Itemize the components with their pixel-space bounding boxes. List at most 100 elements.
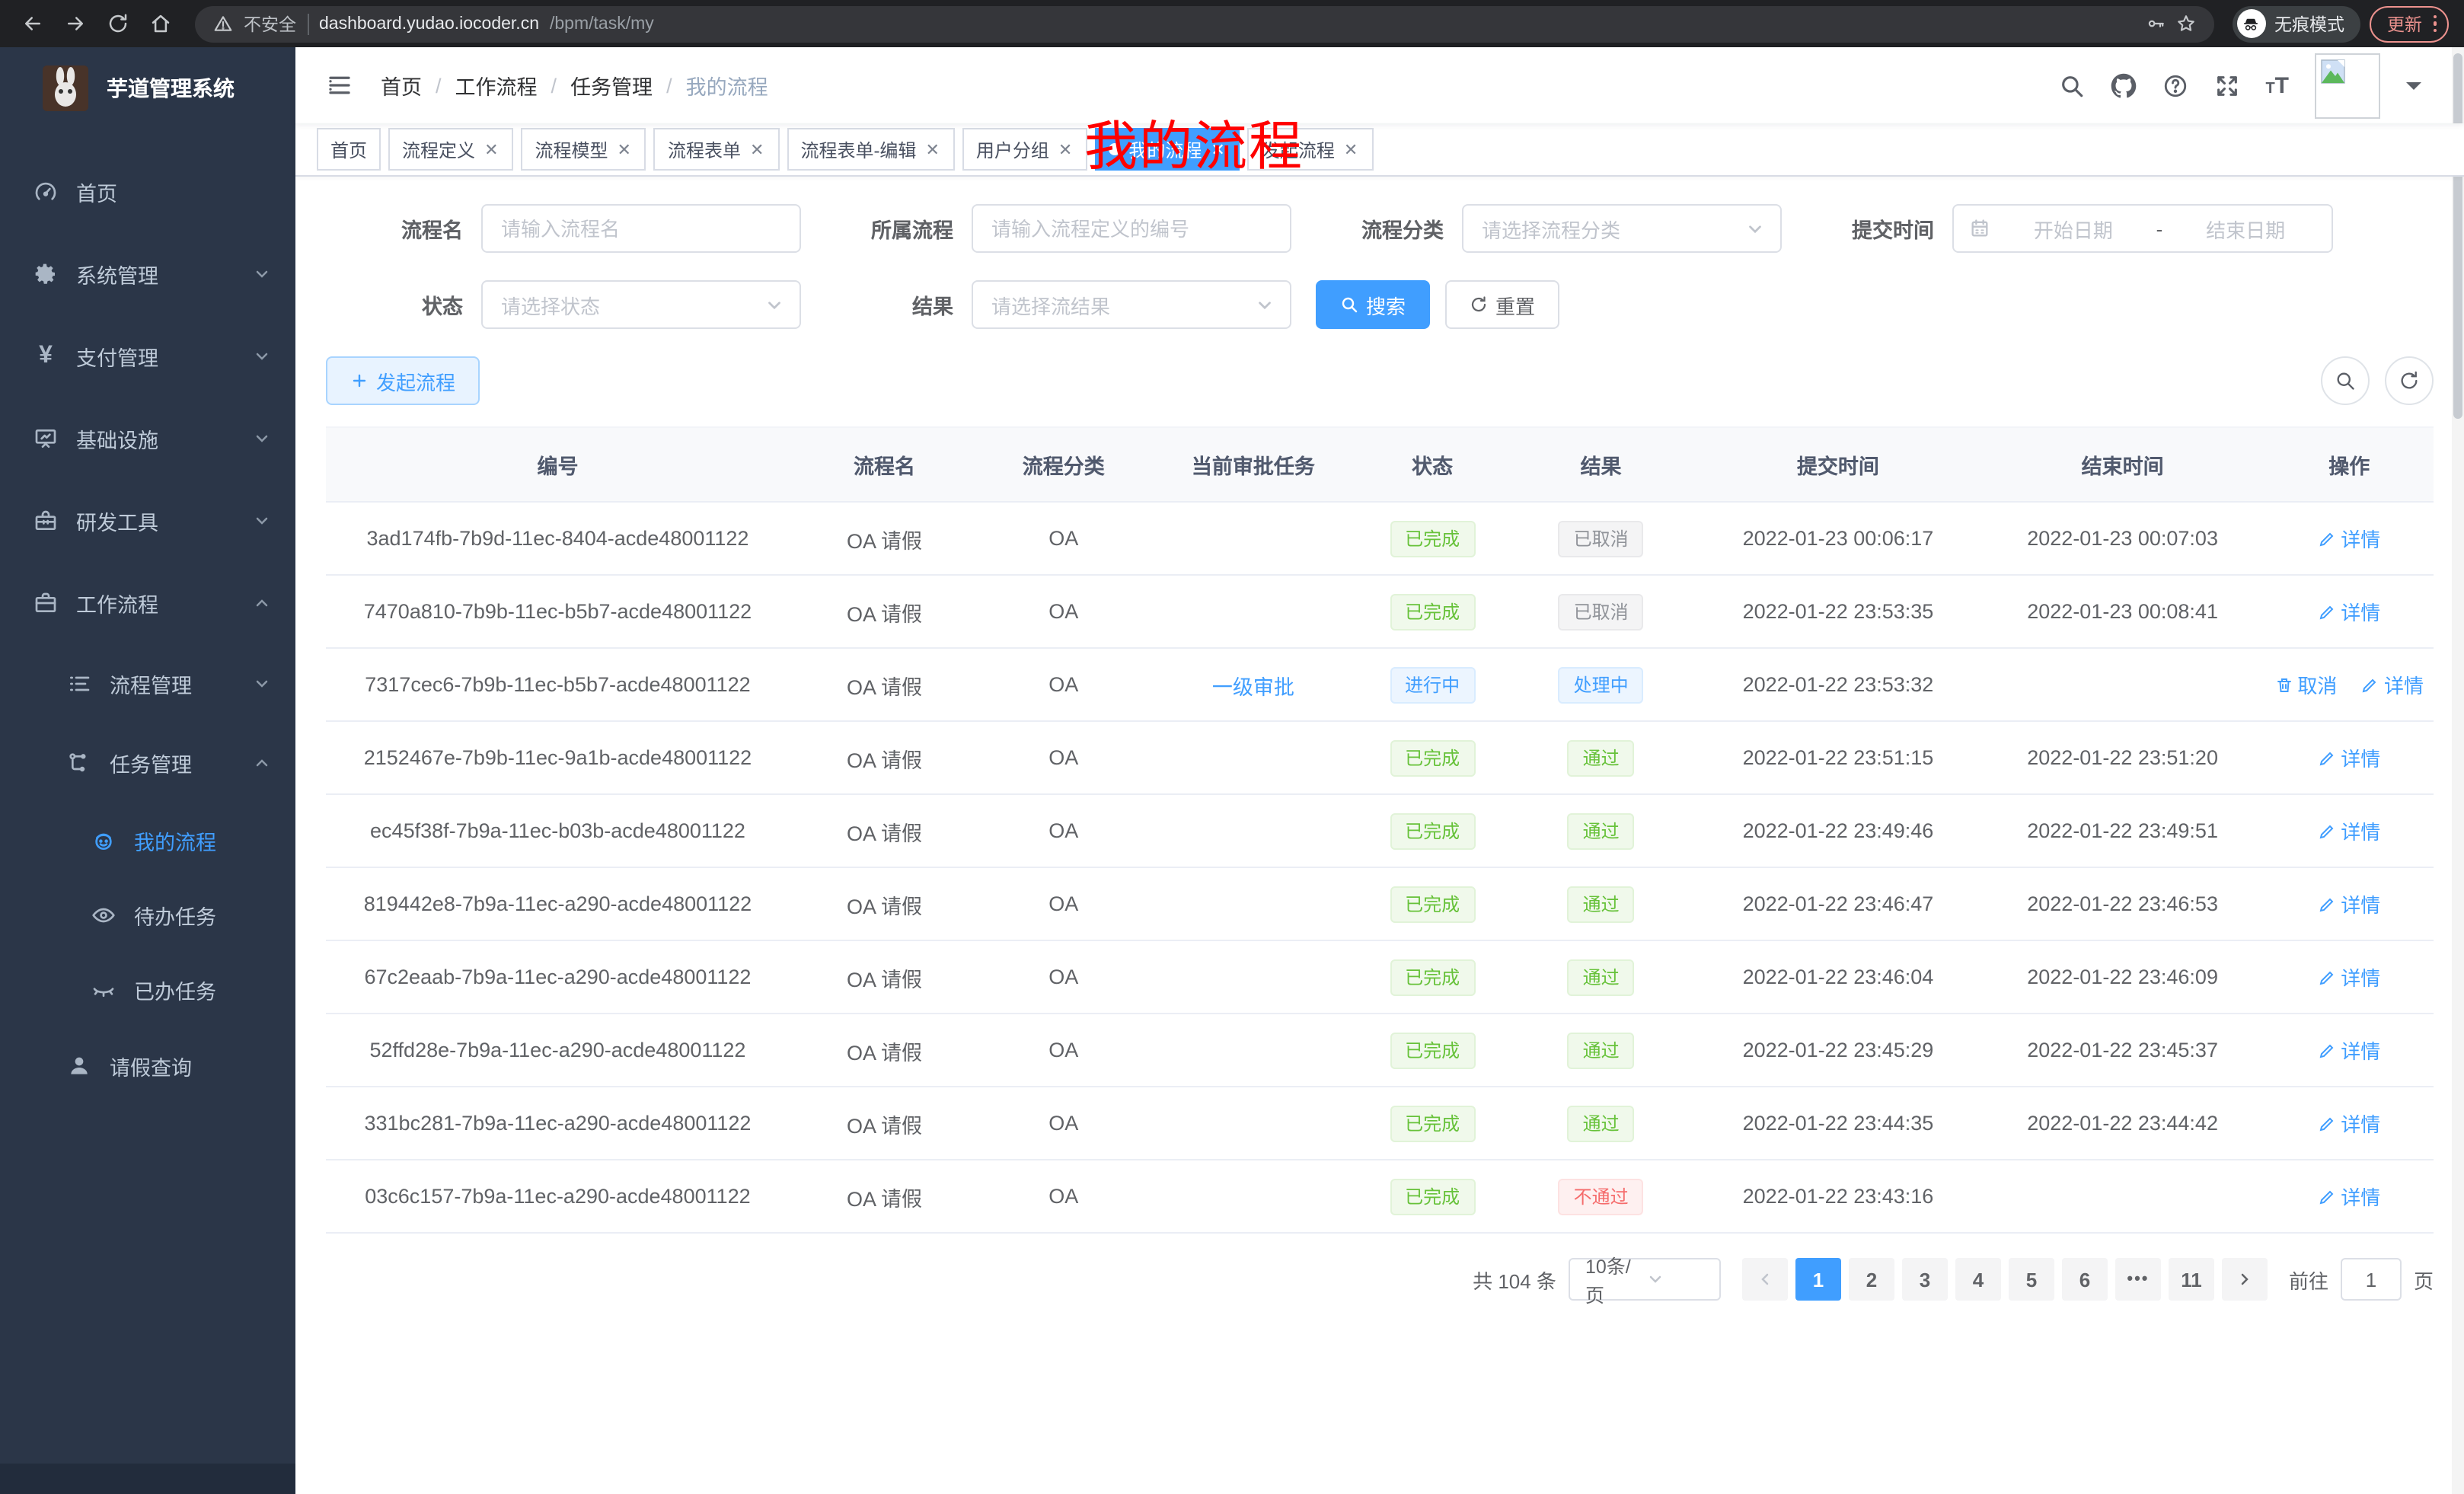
process-definition-input[interactable] xyxy=(972,204,1291,253)
page-button[interactable]: 5 xyxy=(2009,1258,2054,1301)
breadcrumb-home[interactable]: 首页 xyxy=(381,70,422,101)
page-button[interactable]: 6 xyxy=(2062,1258,2108,1301)
prev-page-button[interactable] xyxy=(1742,1258,1788,1301)
sidebar-item-infra[interactable]: 基础设施 xyxy=(0,397,295,480)
hamburger-icon[interactable] xyxy=(317,72,362,99)
submit-time-range-picker[interactable]: 开始日期 - 结束日期 xyxy=(1952,204,2333,253)
page-size-select[interactable]: 10条/页 xyxy=(1569,1258,1721,1301)
detail-link[interactable]: 详情 xyxy=(2318,962,2380,991)
close-icon[interactable]: ✕ xyxy=(483,139,500,159)
process-name-input[interactable] xyxy=(481,204,801,253)
password-key-icon[interactable] xyxy=(2145,14,2165,34)
process-category-label: 流程分类 xyxy=(1291,213,1462,244)
detail-link[interactable]: 详情 xyxy=(2318,743,2380,772)
page-button[interactable]: 1 xyxy=(1795,1258,1841,1301)
help-icon[interactable] xyxy=(2162,72,2188,98)
page-button[interactable]: 4 xyxy=(1955,1258,2001,1301)
close-icon[interactable]: ✕ xyxy=(1057,139,1074,159)
sidebar-item-system[interactable]: 系统管理 xyxy=(0,233,295,315)
browser-home-button[interactable] xyxy=(143,7,177,40)
tab-process-model[interactable]: 流程模型✕ xyxy=(522,128,646,171)
sidebar-item-done-task[interactable]: 已办任务 xyxy=(0,952,295,1026)
app-logo-row[interactable]: 芋道管理系统 xyxy=(0,47,295,129)
browser-menu-icon[interactable] xyxy=(2433,15,2437,33)
sidebar-menu: 首页 系统管理 ¥ 支付管理 xyxy=(0,151,295,1106)
table-header-row: 编号 流程名 流程分类 当前审批任务 状态 结果 提交时间 结束时间 操作 xyxy=(326,427,2434,502)
detail-link[interactable]: 详情 xyxy=(2318,524,2380,553)
page-button[interactable]: 11 xyxy=(2169,1258,2214,1301)
page-title-overlay: 我的流程 xyxy=(1084,104,1304,181)
screen: 不安全 dashboard.yudao.iocoder.cn/bpm/task/… xyxy=(0,0,2464,1494)
sidebar-collapse-bar[interactable] xyxy=(0,1464,295,1494)
breadcrumb: 首页 / 工作流程 / 任务管理 / 我的流程 xyxy=(381,70,768,101)
current-task-link[interactable]: 一级审批 xyxy=(1212,675,1294,698)
process-category-select[interactable]: 请选择流程分类 xyxy=(1462,204,1782,253)
sidebar-item-leave-query[interactable]: 请假查询 xyxy=(0,1026,295,1106)
detail-link[interactable]: 详情 xyxy=(2318,889,2380,918)
tab-process-form[interactable]: 流程表单✕ xyxy=(654,128,779,171)
detail-link[interactable]: 详情 xyxy=(2318,597,2380,626)
breadcrumb-task-mgmt[interactable]: 任务管理 xyxy=(570,70,653,101)
status-select[interactable]: 请选择状态 xyxy=(481,280,801,329)
browser-forward-button[interactable] xyxy=(58,7,91,40)
sidebar-item-devtools[interactable]: 研发工具 xyxy=(0,480,295,562)
col-header-id: 编号 xyxy=(326,427,790,502)
close-icon[interactable]: ✕ xyxy=(924,139,940,159)
bookmark-star-icon[interactable] xyxy=(2175,14,2195,34)
create-process-button[interactable]: 发起流程 xyxy=(326,356,480,405)
refresh-button[interactable] xyxy=(2385,356,2434,405)
sidebar-item-home[interactable]: 首页 xyxy=(0,151,295,233)
tab-process-definition[interactable]: 流程定义✕ xyxy=(388,128,513,171)
show-search-toggle-button[interactable] xyxy=(2321,356,2370,405)
sidebar-item-label: 工作流程 xyxy=(76,588,158,618)
sidebar-item-my-process[interactable]: 我的流程 xyxy=(0,803,295,877)
browser-reload-button[interactable] xyxy=(101,7,134,40)
tab-user-group[interactable]: 用户分组✕ xyxy=(962,128,1087,171)
col-header-task: 当前审批任务 xyxy=(1148,427,1359,502)
detail-link[interactable]: 详情 xyxy=(2318,1036,2380,1065)
search-button[interactable]: 搜索 xyxy=(1316,280,1430,329)
search-icon[interactable] xyxy=(2058,72,2084,98)
sidebar-item-workflow[interactable]: 工作流程 xyxy=(0,562,295,644)
result-badge: 不通过 xyxy=(1559,1178,1644,1215)
sidebar-item-pay[interactable]: ¥ 支付管理 xyxy=(0,315,295,397)
browser-update-button[interactable]: 更新 xyxy=(2369,5,2449,42)
address-bar[interactable]: 不安全 dashboard.yudao.iocoder.cn/bpm/task/… xyxy=(195,5,2213,42)
github-icon[interactable] xyxy=(2110,72,2136,98)
reset-button[interactable]: 重置 xyxy=(1445,280,1559,329)
detail-link[interactable]: 详情 xyxy=(2318,1182,2380,1211)
dashboard-gauge-icon xyxy=(30,180,61,204)
next-page-button[interactable] xyxy=(2222,1258,2268,1301)
detail-link[interactable]: 详情 xyxy=(2318,816,2380,845)
top-navbar: 首页 / 工作流程 / 任务管理 / 我的流程 xyxy=(295,47,2464,123)
sidebar-item-todo-task[interactable]: 待办任务 xyxy=(0,877,295,952)
sidebar-item-label: 待办任务 xyxy=(134,899,216,930)
scrollbar-track[interactable] xyxy=(2452,47,2464,1494)
result-badge: 通过 xyxy=(1568,1105,1635,1141)
tab-home[interactable]: 首页 xyxy=(317,128,381,171)
close-icon[interactable]: ✕ xyxy=(616,139,633,159)
close-icon[interactable]: ✕ xyxy=(748,139,765,159)
sidebar-item-task-mgmt[interactable]: 任务管理 xyxy=(0,723,295,803)
result-select[interactable]: 请选择流结果 xyxy=(972,280,1291,329)
result-badge: 已取消 xyxy=(1559,520,1644,557)
app-logo xyxy=(43,65,88,111)
jump-page-input[interactable] xyxy=(2341,1258,2402,1301)
detail-link[interactable]: 详情 xyxy=(2361,670,2424,699)
font-size-icon[interactable]: TT xyxy=(2265,74,2289,97)
tab-process-form-edit[interactable]: 流程表单-编辑✕ xyxy=(787,128,954,171)
avatar[interactable] xyxy=(2315,53,2380,118)
breadcrumb-workflow[interactable]: 工作流程 xyxy=(455,70,538,101)
breadcrumb-current: 我的流程 xyxy=(686,70,768,101)
cancel-link[interactable]: 取消 xyxy=(2274,670,2337,699)
detail-link[interactable]: 详情 xyxy=(2318,1109,2380,1138)
avatar-dropdown-caret[interactable] xyxy=(2406,82,2421,97)
browser-back-button[interactable] xyxy=(15,7,49,40)
sidebar-item-process-mgmt[interactable]: 流程管理 xyxy=(0,644,295,723)
more-pages-button[interactable]: ••• xyxy=(2115,1258,2161,1301)
close-icon[interactable]: ✕ xyxy=(1342,139,1359,159)
fullscreen-icon[interactable] xyxy=(2213,72,2239,98)
page-button[interactable]: 2 xyxy=(1849,1258,1894,1301)
yen-icon: ¥ xyxy=(30,343,61,370)
page-button[interactable]: 3 xyxy=(1902,1258,1948,1301)
